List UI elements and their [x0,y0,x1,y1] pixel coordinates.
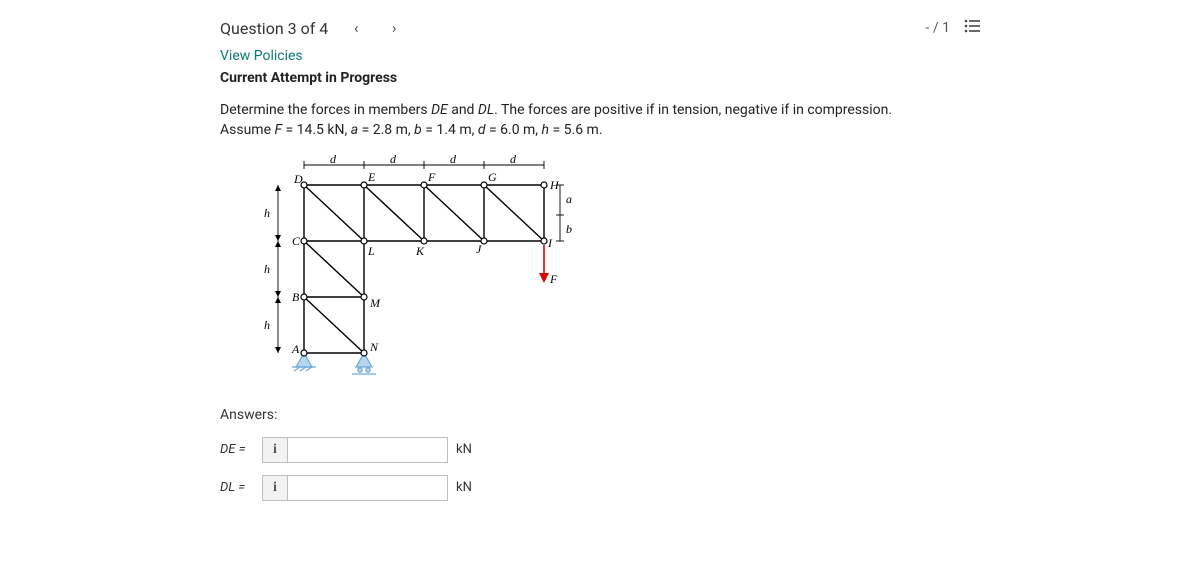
svg-text:d: d [450,155,457,166]
answer-input-dl[interactable] [288,475,448,501]
prev-question-button[interactable]: ‹ [346,18,366,38]
svg-text:I: I [547,236,553,250]
answers-heading: Answers: [220,407,980,423]
score-display: - / 1 [926,20,950,36]
info-icon[interactable]: i [262,475,288,501]
next-question-button[interactable]: › [384,18,404,38]
svg-text:h: h [264,318,270,332]
svg-text:h: h [264,206,270,220]
answer-row-de: DE = i kN [220,437,980,463]
svg-text:d: d [510,155,517,166]
answer-unit: kN [456,442,472,457]
svg-text:N: N [369,340,379,354]
svg-text:B: B [292,290,300,304]
answer-row-dl: DL = i kN [220,475,980,501]
info-icon[interactable]: i [262,437,288,463]
svg-text:d: d [390,155,397,166]
svg-text:M: M [369,296,381,310]
svg-text:E: E [367,170,376,184]
svg-text:G: G [488,170,497,184]
svg-text:a: a [566,192,572,206]
attempt-status: Current Attempt in Progress [220,70,980,86]
svg-text:C: C [292,234,301,248]
truss-figure: d d d d h h h [254,155,980,389]
answer-input-de[interactable] [288,437,448,463]
question-list-icon[interactable] [964,18,980,38]
svg-text:F: F [427,170,436,184]
svg-text:F: F [549,272,558,286]
svg-text:J: J [476,242,482,256]
question-prompt: Determine the forces in members DE and D… [220,100,960,141]
svg-text:L: L [367,244,375,258]
svg-text:d: d [330,155,337,166]
answer-label: DE = [220,442,262,457]
svg-text:K: K [415,244,425,258]
svg-text:h: h [264,262,270,276]
answer-label: DL = [220,480,262,495]
svg-text:A: A [291,342,300,356]
svg-text:H: H [549,178,560,192]
view-policies-link[interactable]: View Policies [220,48,980,64]
answer-unit: kN [456,480,472,495]
svg-text:b: b [566,222,572,236]
svg-text:D: D [293,172,303,186]
question-counter: Question 3 of 4 [220,19,328,38]
